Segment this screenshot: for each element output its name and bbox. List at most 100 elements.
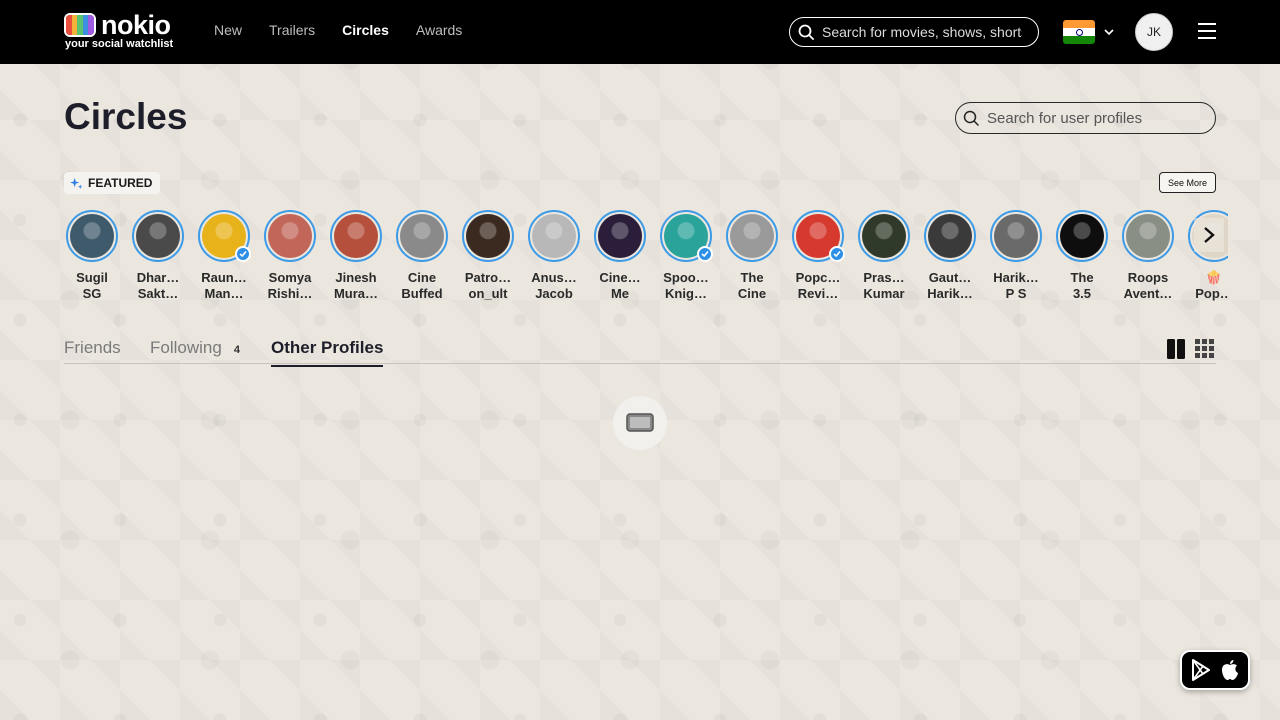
profile-name: The 3.5 [1052, 270, 1112, 302]
profile-avatar[interactable] [924, 210, 976, 262]
featured-profile[interactable]: Roops Avent… [1118, 208, 1178, 302]
profile-avatar[interactable] [66, 210, 118, 262]
profile-name-line2: Buffed [401, 286, 443, 301]
see-more-button[interactable]: See More [1159, 172, 1216, 193]
profile-avatar[interactable] [396, 210, 448, 262]
india-flag-icon[interactable] [1063, 20, 1095, 44]
tab-other-profiles[interactable]: Other Profiles [271, 338, 384, 367]
avatar-image [994, 214, 1038, 258]
profile-name-line2: Kumar [863, 286, 905, 301]
profile-search[interactable] [955, 102, 1216, 134]
profile-name-line2: Cine [737, 286, 767, 301]
featured-profile[interactable]: The 3.5 [1052, 208, 1112, 302]
avatar-image [730, 214, 774, 258]
tab-following[interactable]: Following 4 [150, 338, 240, 365]
featured-label: FEATURED [88, 176, 153, 190]
profile-name-line1: Cine… [599, 270, 641, 285]
profile-avatar[interactable] [462, 210, 514, 262]
search-icon [798, 24, 814, 40]
featured-profile[interactable]: Anus… Jacob [524, 208, 584, 302]
grid-view-icon[interactable] [1195, 339, 1214, 358]
user-avatar[interactable]: JK [1135, 13, 1173, 51]
featured-profile[interactable]: Dhar… Sakt… [128, 208, 188, 302]
profile-name: Jinesh Mura… [326, 270, 386, 302]
profile-name-line2: Sakt… [137, 286, 179, 301]
featured-profile[interactable]: Patro… on_ult [458, 208, 518, 302]
avatar-image [466, 214, 510, 258]
profile-avatar[interactable] [330, 210, 382, 262]
nav-trailers[interactable]: Trailers [269, 22, 315, 38]
featured-profile[interactable]: Sugil SG [62, 208, 122, 302]
avatar-image [268, 214, 312, 258]
profile-avatar[interactable] [198, 210, 251, 262]
nav-circles[interactable]: Circles [342, 22, 389, 38]
nokio-logo[interactable]: nokio your social watchlist [64, 10, 176, 52]
verified-check-icon [235, 246, 251, 262]
profile-name: 🍿Pop… [1184, 270, 1228, 302]
profile-name-line2: Pop… [1195, 286, 1228, 301]
profile-avatar[interactable] [1056, 210, 1108, 262]
avatar-image [532, 214, 576, 258]
featured-profile[interactable]: Jinesh Mura… [326, 208, 386, 302]
profile-name-line2: Me [610, 286, 630, 301]
profile-name: Harik… P S [986, 270, 1046, 302]
two-column-view-icon[interactable] [1167, 339, 1185, 359]
profile-name-line1: Sugil [76, 270, 108, 285]
profile-avatar[interactable] [858, 210, 910, 262]
app-download-badge[interactable] [1180, 650, 1250, 690]
profile-avatar[interactable] [528, 210, 580, 262]
profile-name-line2: Rishi… [267, 286, 313, 301]
profile-avatar[interactable] [990, 210, 1042, 262]
verified-check-icon [829, 246, 845, 262]
profile-name-line2: P S [1005, 286, 1027, 301]
profile-avatar[interactable] [264, 210, 316, 262]
profile-name: Somya Rishi… [260, 270, 320, 302]
tab-friends[interactable]: Friends [64, 338, 121, 365]
profile-name-line1: Gaut… [928, 270, 972, 285]
featured-profile[interactable]: The Cine [722, 208, 782, 302]
featured-badge: FEATURED [64, 172, 161, 194]
profile-avatar[interactable] [594, 210, 646, 262]
avatar-image [598, 214, 642, 258]
profile-name: The Cine [722, 270, 782, 302]
loading-spinner [613, 396, 667, 450]
featured-profile[interactable]: Gaut… Harik… [920, 208, 980, 302]
profile-name-line1: Spoo… [663, 270, 709, 285]
profile-name-line2: Mura… [333, 286, 379, 301]
profile-avatar[interactable] [1122, 210, 1174, 262]
profile-name: Anus… Jacob [524, 270, 584, 302]
profile-avatar[interactable] [726, 210, 778, 262]
global-search-input[interactable] [822, 24, 1022, 40]
global-search[interactable] [789, 17, 1039, 47]
profile-name-line2: SG [82, 286, 102, 301]
nav-new[interactable]: New [214, 22, 242, 38]
profile-name-line2: Harik… [927, 286, 973, 301]
profile-name-line1: The [740, 270, 764, 285]
featured-profile[interactable]: Harik… P S [986, 208, 1046, 302]
featured-profile[interactable]: Popc… Revi… [788, 208, 848, 302]
featured-profile[interactable]: Somya Rishi… [260, 208, 320, 302]
carousel-next-button[interactable] [1194, 218, 1224, 252]
profile-name-line1: Dhar… [136, 270, 180, 285]
tv-icon [626, 413, 654, 432]
profile-avatar[interactable] [792, 210, 845, 262]
featured-profile[interactable]: Raun… Man… [194, 208, 254, 302]
profile-name-line2: Avent… [1123, 286, 1173, 301]
apple-icon[interactable] [1221, 659, 1239, 681]
profile-avatar[interactable] [132, 210, 184, 262]
featured-profile[interactable]: Cine… Me [590, 208, 650, 302]
featured-profile[interactable]: Cine Buffed [392, 208, 452, 302]
main-nav: New Trailers Circles Awards [214, 22, 489, 38]
chevron-down-icon[interactable] [1103, 26, 1115, 38]
hamburger-menu-icon[interactable] [1197, 22, 1217, 40]
following-count: 4 [233, 344, 240, 356]
profile-search-input[interactable] [987, 109, 1207, 127]
featured-profile[interactable]: Spoo… Knig… [656, 208, 716, 302]
nav-awards[interactable]: Awards [416, 22, 462, 38]
google-play-icon[interactable] [1191, 659, 1211, 681]
profile-avatar[interactable] [660, 210, 713, 262]
featured-profile[interactable]: Pras… Kumar [854, 208, 914, 302]
profile-name-line1: Anus… [531, 270, 577, 285]
top-header: nokio your social watchlist New Trailers… [0, 0, 1280, 64]
logo-wordmark: nokio [101, 10, 171, 40]
